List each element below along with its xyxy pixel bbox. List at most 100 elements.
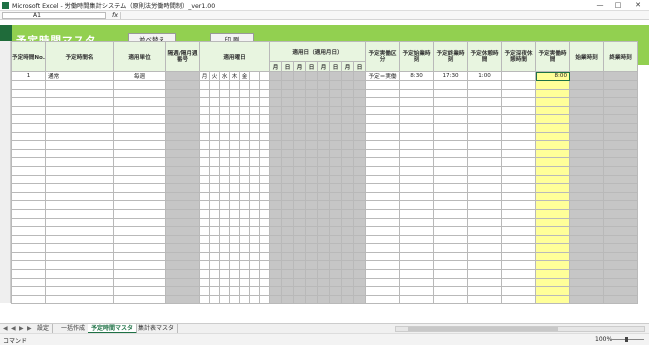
table-cell[interactable] (535, 157, 571, 167)
table-cell[interactable] (229, 183, 241, 193)
table-cell[interactable] (501, 251, 537, 262)
table-cell[interactable] (603, 269, 639, 279)
table-cell[interactable] (317, 97, 331, 107)
table-cell[interactable] (329, 174, 343, 185)
table-cell[interactable] (603, 294, 639, 305)
table-cell[interactable] (10, 234, 47, 245)
table-cell[interactable] (45, 200, 115, 210)
table-cell[interactable] (535, 226, 571, 236)
table-cell[interactable] (467, 80, 503, 90)
table-cell[interactable] (569, 97, 605, 107)
table-cell[interactable] (239, 114, 251, 124)
table-cell[interactable] (329, 251, 343, 262)
table-cell[interactable] (501, 260, 537, 271)
table-row[interactable] (10, 277, 639, 288)
table-cell[interactable] (165, 200, 201, 210)
cell-weekday-mon[interactable]: 月 (199, 71, 211, 81)
table-cell[interactable] (219, 148, 231, 159)
table-cell[interactable] (535, 251, 571, 262)
table-cell[interactable] (365, 286, 401, 296)
table-cell[interactable] (603, 217, 639, 228)
table-cell[interactable] (317, 148, 331, 159)
table-cell[interactable] (45, 183, 115, 193)
table-cell[interactable] (569, 183, 605, 193)
table-cell[interactable] (10, 140, 47, 150)
table-cell[interactable] (329, 208, 343, 219)
table-cell[interactable] (365, 234, 401, 245)
table-cell[interactable] (329, 243, 343, 253)
table-cell[interactable] (293, 140, 307, 150)
table-cell[interactable] (603, 97, 639, 107)
table-cell[interactable] (199, 174, 211, 185)
table-cell[interactable] (329, 260, 343, 271)
cell-break[interactable]: 1:00 (467, 71, 503, 81)
table-cell[interactable] (501, 131, 537, 142)
table-cell[interactable] (467, 208, 503, 219)
table-cell[interactable] (501, 88, 537, 99)
table-row[interactable] (10, 88, 639, 99)
table-cell[interactable] (269, 131, 283, 142)
table-cell[interactable] (433, 226, 469, 236)
table-cell[interactable] (229, 157, 241, 167)
table-cell[interactable] (10, 122, 47, 133)
table-cell[interactable] (209, 88, 221, 99)
table-cell[interactable] (10, 165, 47, 176)
table-cell[interactable] (535, 114, 571, 124)
table-cell[interactable] (249, 140, 261, 150)
table-cell[interactable] (399, 148, 435, 159)
cell-unit[interactable]: 毎週 (113, 71, 167, 81)
table-cell[interactable] (535, 217, 571, 228)
table-cell[interactable] (249, 251, 261, 262)
table-cell[interactable] (353, 122, 367, 133)
table-cell[interactable] (165, 174, 201, 185)
table-cell[interactable] (165, 208, 201, 219)
table-cell[interactable] (433, 200, 469, 210)
table-cell[interactable] (399, 114, 435, 124)
table-cell[interactable] (467, 226, 503, 236)
table-cell[interactable] (229, 243, 241, 253)
table-cell[interactable] (293, 165, 307, 176)
table-cell[interactable] (219, 122, 231, 133)
table-cell[interactable] (239, 157, 251, 167)
table-cell[interactable] (293, 174, 307, 185)
table-cell[interactable] (281, 208, 295, 219)
table-cell[interactable] (239, 191, 251, 202)
table-cell[interactable] (10, 183, 47, 193)
table-cell[interactable] (467, 88, 503, 99)
table-row[interactable] (10, 80, 639, 90)
table-cell[interactable] (229, 140, 241, 150)
table-cell[interactable] (353, 80, 367, 90)
table-cell[interactable] (399, 191, 435, 202)
table-cell[interactable] (10, 226, 47, 236)
table-cell[interactable] (259, 277, 271, 288)
table-cell[interactable] (229, 200, 241, 210)
table-cell[interactable] (365, 174, 401, 185)
master-table[interactable]: 予定時間No. 予定時間名 適用単位 隔週/隔月週番号 適用曜日 適用日（適用月… (10, 41, 649, 305)
table-cell[interactable] (209, 217, 221, 228)
cell-kubun[interactable]: 予定＝実働 (365, 71, 401, 81)
table-cell[interactable] (199, 226, 211, 236)
table-cell[interactable] (353, 294, 367, 305)
table-row[interactable] (10, 140, 639, 150)
table-cell[interactable] (501, 97, 537, 107)
table-row[interactable] (10, 174, 639, 185)
table-cell[interactable] (113, 131, 167, 142)
table-cell[interactable] (293, 294, 307, 305)
table-cell[interactable] (113, 105, 167, 116)
table-cell[interactable] (209, 269, 221, 279)
table-cell[interactable] (603, 122, 639, 133)
table-cell[interactable] (399, 251, 435, 262)
table-cell[interactable] (603, 260, 639, 271)
table-cell[interactable] (113, 122, 167, 133)
table-cell[interactable] (293, 148, 307, 159)
table-cell[interactable] (317, 114, 331, 124)
table-cell[interactable] (569, 191, 605, 202)
cell-end[interactable]: 17:30 (433, 71, 469, 81)
table-cell[interactable] (165, 140, 201, 150)
table-cell[interactable] (293, 277, 307, 288)
table-cell[interactable] (365, 269, 401, 279)
table-cell[interactable] (269, 140, 283, 150)
table-cell[interactable] (229, 174, 241, 185)
table-cell[interactable] (329, 234, 343, 245)
table-cell[interactable] (341, 105, 355, 116)
